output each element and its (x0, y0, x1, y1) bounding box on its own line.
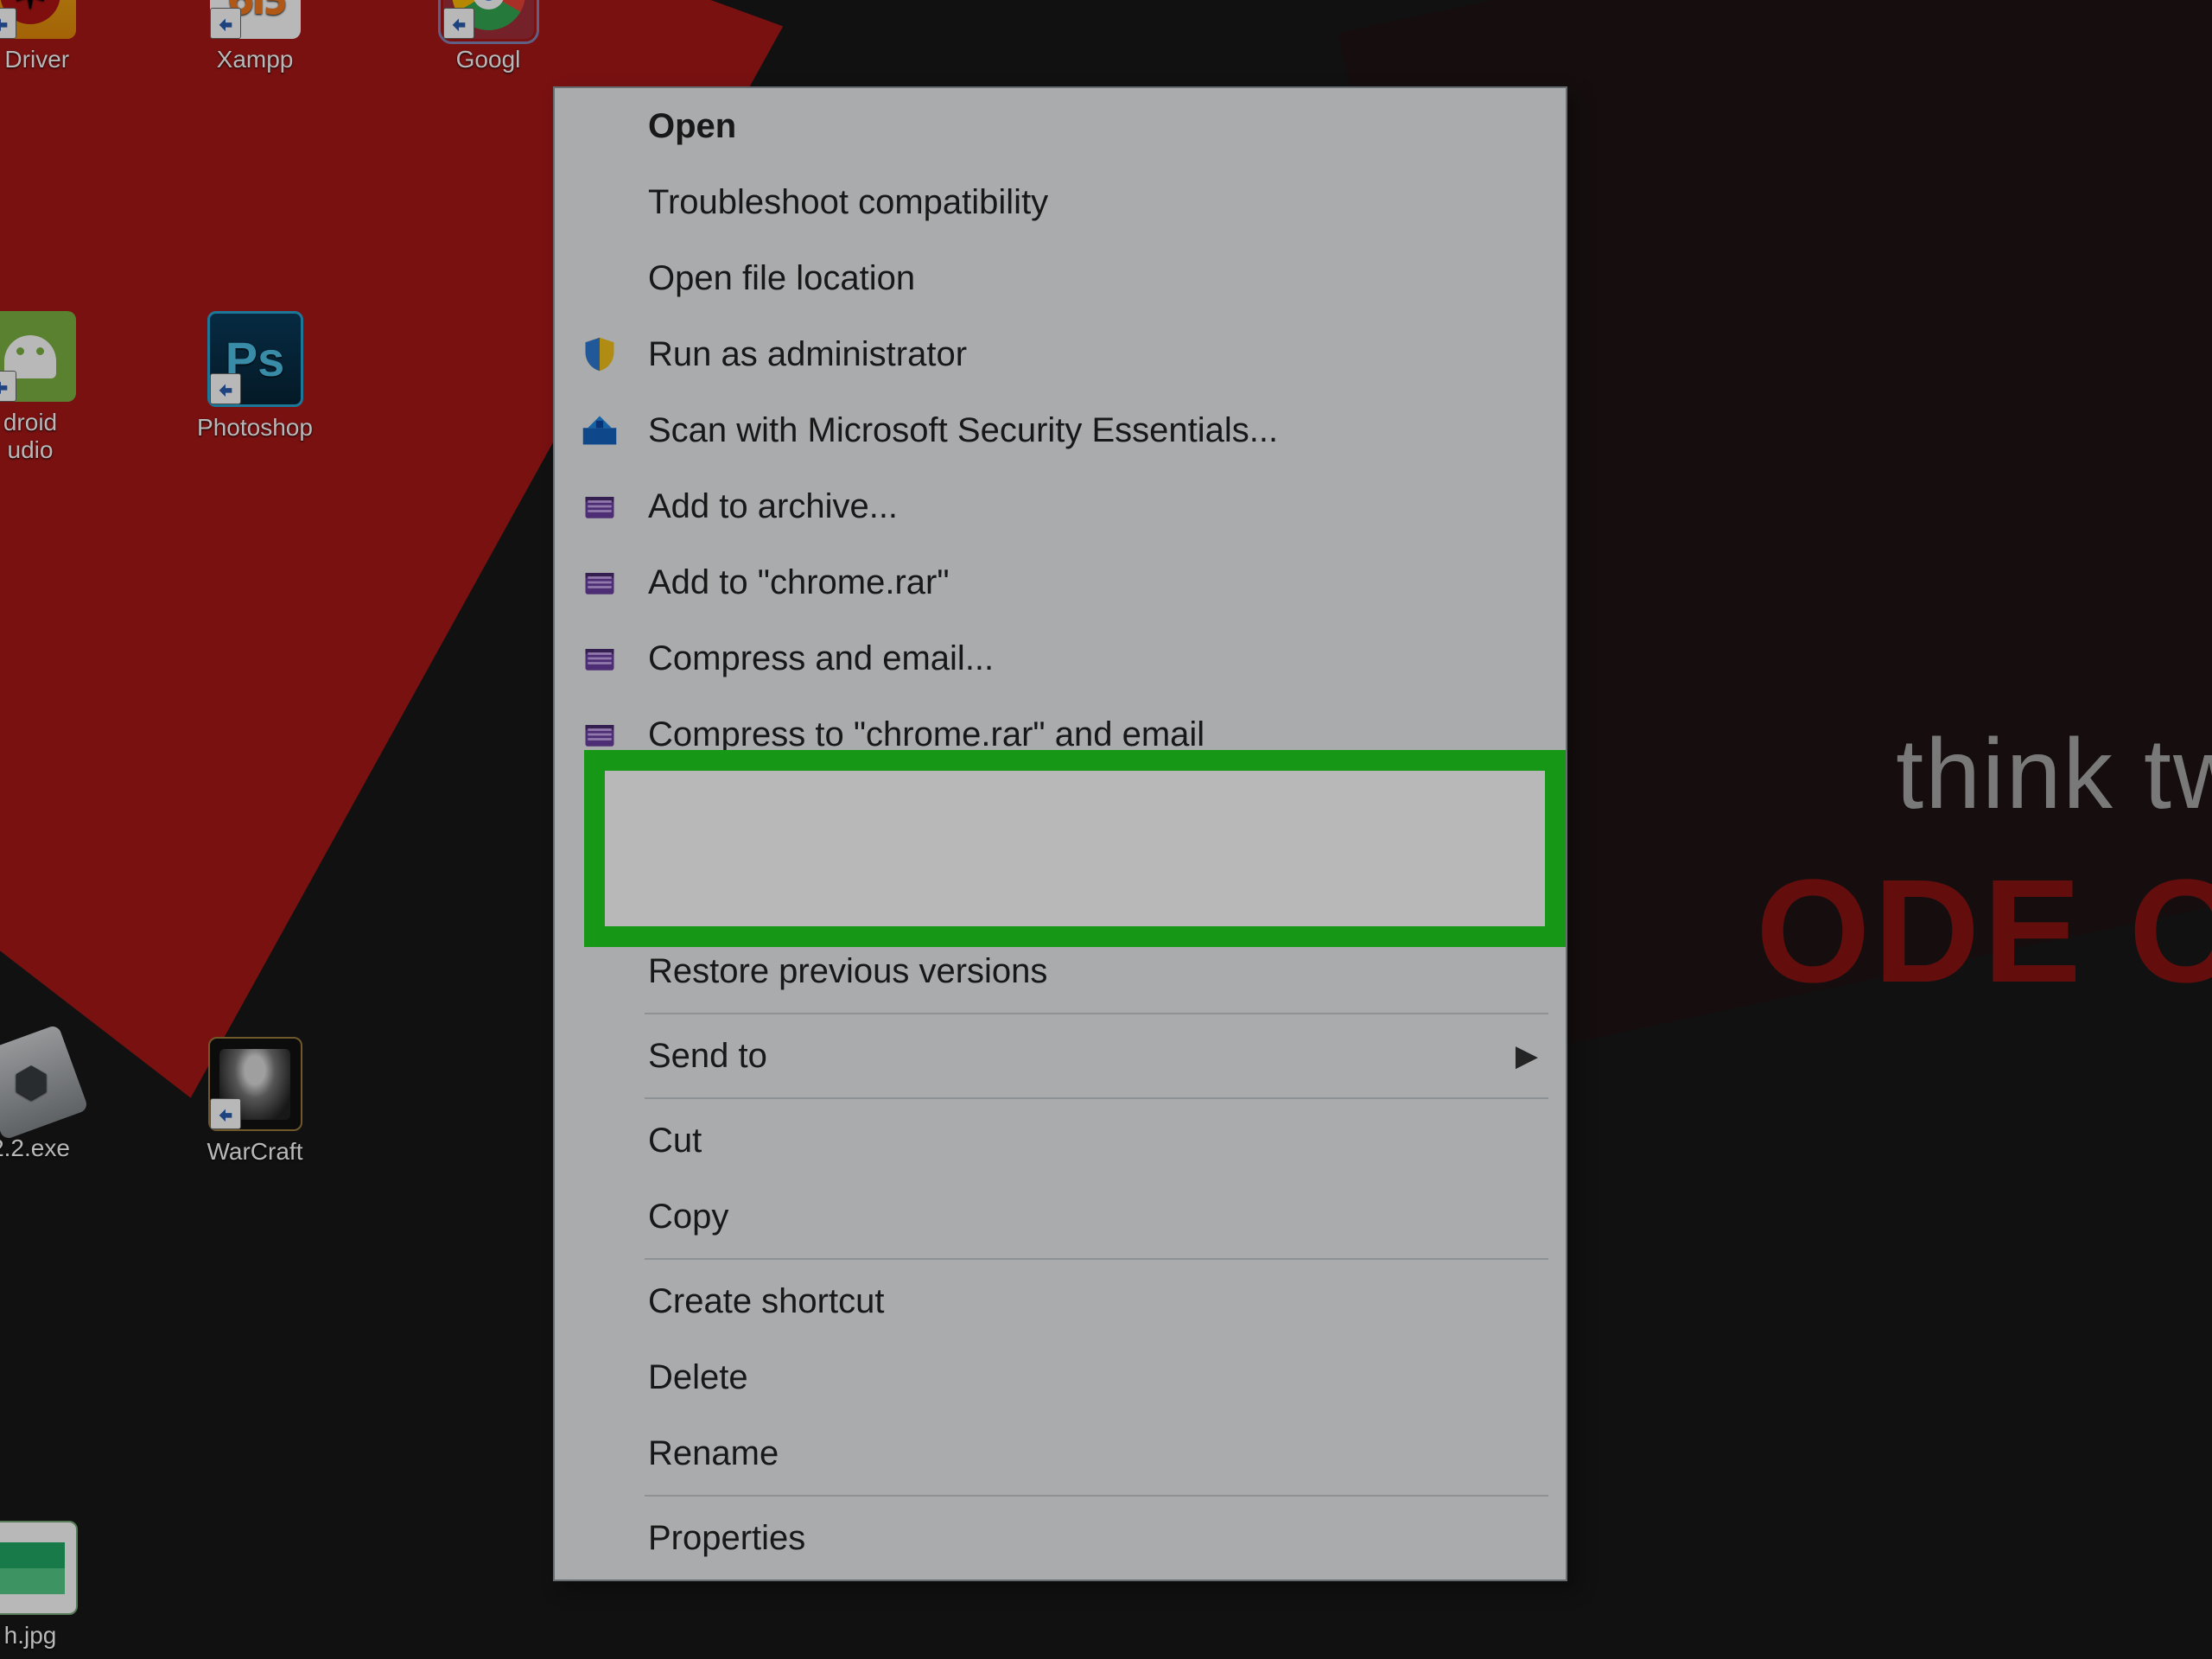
desktop-icon-xampp[interactable]: ങ Xampp (164, 0, 346, 73)
menu-separator (645, 928, 1548, 930)
menu-item-create-shortcut[interactable]: Create shortcut (555, 1263, 1566, 1339)
desktop-icon-label: Xampp (164, 46, 346, 73)
highlight-fill (605, 771, 1545, 926)
desktop-icon-photoshop[interactable]: Ps Photoshop (164, 311, 346, 442)
menu-item-add-to-chrome-rar[interactable]: Add to "chrome.rar" (555, 544, 1566, 620)
mse-icon (572, 411, 627, 449)
winrar-icon (572, 715, 627, 753)
menu-item-rename[interactable]: Rename (555, 1415, 1566, 1491)
menu-item-run-as-administrator[interactable]: Run as administrator (555, 316, 1566, 392)
shield-icon (572, 335, 627, 373)
menu-separator (645, 1495, 1548, 1497)
submenu-arrow-icon: ▶ (1516, 1039, 1538, 1073)
menu-item-compress-to-chrome-rar-email[interactable]: Compress to "chrome.rar" and email (555, 696, 1566, 772)
shortcut-overlay-icon (210, 1098, 241, 1129)
shortcut-overlay-icon (210, 373, 241, 404)
shortcut-overlay-icon (443, 8, 474, 39)
shortcut-overlay-icon (210, 8, 241, 39)
menu-separator (645, 1097, 1548, 1099)
menu-separator (645, 1258, 1548, 1260)
desktop-icon-label: t Driver (0, 46, 121, 73)
menu-item-scan-mse[interactable]: Scan with Microsoft Security Essentials.… (555, 392, 1566, 468)
desktop-icon-exe[interactable]: ⬢ 2.2.exe (0, 1037, 121, 1162)
desktop-icon-label: h.jpg (0, 1622, 121, 1649)
desktop-icon-jpg[interactable]: h.jpg (0, 1521, 121, 1649)
desktop-icon-label: Googl (397, 46, 579, 73)
menu-item-compress-and-email[interactable]: Compress and email... (555, 620, 1566, 696)
desktop-icon-driver[interactable]: ✶ t Driver (0, 0, 121, 73)
shortcut-overlay-icon (0, 371, 16, 402)
menu-item-add-to-archive[interactable]: Add to archive... (555, 468, 1566, 544)
winrar-icon (572, 563, 627, 601)
menu-separator (645, 1013, 1548, 1014)
menu-item-open[interactable]: Open (555, 88, 1566, 164)
desktop-icon-label: droidudio (0, 409, 121, 464)
desktop-icon-android-studio[interactable]: droidudio (0, 311, 121, 464)
desktop-icon-label: Photoshop (164, 414, 346, 442)
desktop-icon-chrome[interactable]: Googl (397, 0, 579, 73)
menu-item-open-file-location[interactable]: Open file location (555, 240, 1566, 316)
wallpaper-text-1: think tw (1896, 717, 2212, 831)
menu-item-restore-previous-versions[interactable]: Restore previous versions (555, 933, 1566, 1009)
winrar-icon (572, 487, 627, 525)
menu-item-troubleshoot-compatibility[interactable]: Troubleshoot compatibility (555, 164, 1566, 240)
menu-item-cut[interactable]: Cut (555, 1103, 1566, 1179)
menu-item-copy[interactable]: Copy (555, 1179, 1566, 1255)
menu-item-send-to[interactable]: Send to ▶ (555, 1018, 1566, 1094)
menu-item-properties[interactable]: Properties (555, 1500, 1566, 1576)
desktop-icon-warcraft[interactable]: WarCraft (164, 1037, 346, 1166)
menu-item-delete[interactable]: Delete (555, 1339, 1566, 1415)
shortcut-overlay-icon (0, 8, 16, 39)
wallpaper-text-2: ODE O (1756, 847, 2212, 1016)
desktop-icon-label: 2.2.exe (0, 1135, 121, 1162)
winrar-icon (572, 639, 627, 677)
desktop-icon-label: WarCraft (164, 1138, 346, 1166)
